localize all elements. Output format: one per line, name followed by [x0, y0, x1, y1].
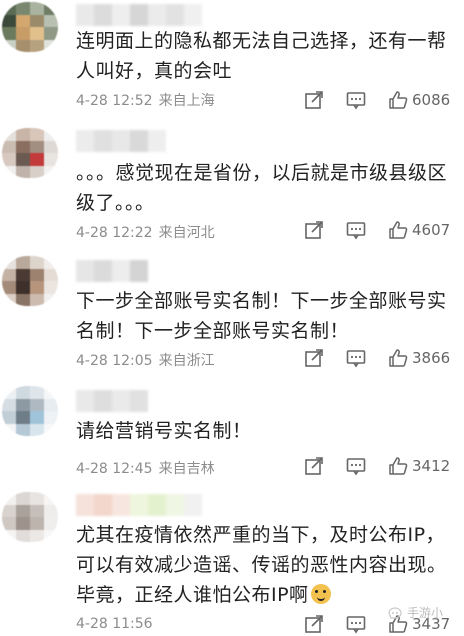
share-icon[interactable] [304, 220, 324, 240]
comment-icon[interactable] [346, 456, 366, 476]
username-blurred[interactable] [76, 494, 202, 516]
thumbs-up-icon[interactable] [388, 220, 408, 240]
watermark: 手游小 [388, 604, 443, 621]
like-count: 6086 [412, 91, 451, 109]
like-count: 3412 [412, 457, 451, 475]
comment-text: 连明面上的隐私都无法自己选择，还有一帮人叫好，真的会吐 [76, 30, 447, 82]
comment-location: 来自浙江 [158, 353, 215, 369]
username-blurred[interactable] [76, 130, 166, 152]
watermark-logo-icon [388, 606, 402, 619]
comment-icon[interactable] [346, 348, 366, 368]
share-icon[interactable] [304, 614, 324, 634]
like-count: 3866 [412, 349, 451, 367]
comment-date: 4-28 11:56 [76, 616, 153, 632]
username-blurred[interactable] [76, 4, 202, 26]
action-bar: 3866 [300, 346, 464, 370]
like-count: 4607 [412, 221, 451, 239]
thumbs-up-icon[interactable] [388, 456, 408, 476]
comment-text: 下一步全部账号实名制！下一步全部账号实名制！下一步全部账号实名制！ [76, 290, 447, 342]
watermark-text: 手游小 [407, 606, 444, 620]
thumbs-up-icon[interactable] [388, 90, 408, 110]
thumbs-up-icon[interactable] [388, 348, 408, 368]
action-bar: 6086 [300, 88, 464, 112]
comment-meta: 4-28 12:52 来自上海 [76, 90, 215, 110]
comment-text-content: 尤其在疫情依然严重的当下，及时公布IP，可以有效减少造谣、传谣的恶性内容出现。毕… [76, 524, 447, 606]
comment-meta: 4-28 12:45 来自吉林 [76, 458, 215, 478]
share-icon[interactable] [304, 90, 324, 110]
comment-location: 来自河北 [158, 225, 215, 241]
comment-location: 来自上海 [158, 93, 215, 109]
share-icon[interactable] [304, 456, 324, 476]
doge-emoji-icon [310, 584, 331, 604]
comment-meta: 4-28 12:22 来自河北 [76, 222, 215, 242]
comment-date: 4-28 12:05 [76, 353, 153, 369]
share-icon[interactable] [304, 348, 324, 368]
comment-date: 4-28 12:45 [76, 461, 153, 477]
comment-date: 4-28 12:52 [76, 93, 153, 109]
comment-icon[interactable] [346, 220, 366, 240]
avatar[interactable] [2, 386, 58, 436]
comment-date: 4-28 12:22 [76, 225, 153, 241]
avatar[interactable] [2, 256, 58, 306]
comment-text: 尤其在疫情依然严重的当下，及时公布IP，可以有效减少造谣、传谣的恶性内容出现。毕… [76, 520, 460, 610]
action-bar: 4607 [300, 218, 464, 242]
comment-location: 来自吉林 [158, 461, 215, 477]
avatar[interactable] [2, 2, 58, 52]
comment-text: 。。。感觉现在是省份，以后就是市级县级区级了。。。 [76, 162, 448, 214]
comment-meta: 4-28 12:05 来自浙江 [76, 350, 215, 370]
comment-text: 请给营销号实名制！ [76, 420, 252, 442]
username-blurred[interactable] [76, 260, 148, 282]
avatar[interactable] [2, 128, 58, 178]
avatar[interactable] [2, 492, 58, 542]
username-blurred[interactable] [76, 390, 148, 412]
action-bar: 3412 [300, 454, 464, 478]
comment-icon[interactable] [346, 614, 366, 634]
comment-icon[interactable] [346, 90, 366, 110]
comment-meta: 4-28 11:56 [76, 616, 153, 632]
